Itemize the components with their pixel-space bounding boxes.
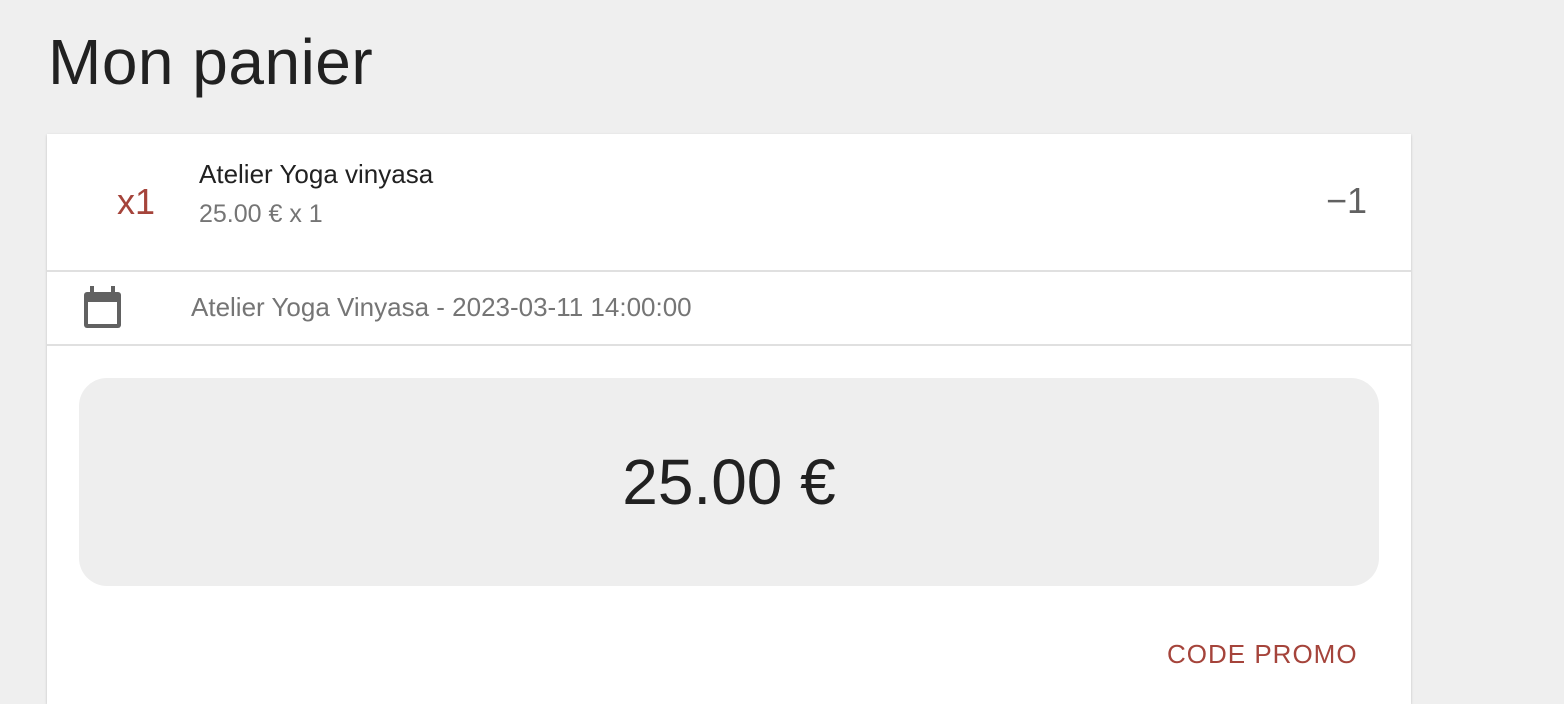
total-box: 25.00 € (79, 378, 1379, 586)
item-quantity: x1 (117, 181, 156, 222)
page-title: Mon panier (48, 26, 374, 98)
item-price: 25.00 € x 1 (199, 200, 323, 228)
event-row: Atelier Yoga Vinyasa - 2023-03-11 14:00:… (47, 272, 1411, 346)
event-text: Atelier Yoga Vinyasa - 2023-03-11 14:00:… (191, 292, 692, 322)
item-name: Atelier Yoga vinyasa (199, 159, 434, 189)
total-amount: 25.00 € (622, 446, 836, 518)
cart-item: x1 Atelier Yoga vinyasa 25.00 € x 1 −1 (47, 134, 1411, 272)
cart-card: x1 Atelier Yoga vinyasa 25.00 € x 1 −1 A… (47, 134, 1411, 704)
calendar-icon (81, 286, 125, 330)
decrement-quantity-button[interactable]: −1 (1297, 176, 1367, 226)
promo-code-button[interactable]: CODE PROMO (1155, 632, 1370, 676)
